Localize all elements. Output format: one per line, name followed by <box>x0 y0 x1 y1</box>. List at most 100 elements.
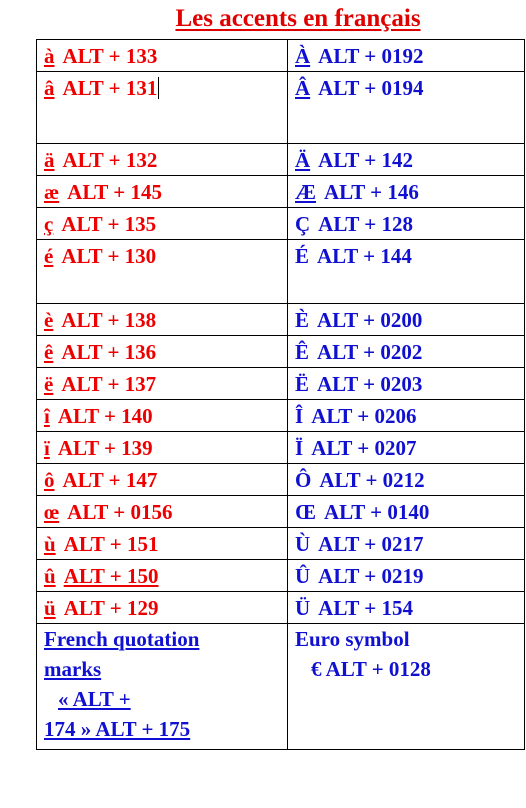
letter-a-diaeresis: ä <box>44 148 55 172</box>
table-row: â ALT + 131 Â ALT + 0194 <box>36 71 525 144</box>
table-row: ï ALT + 139 Ï ALT + 0207 <box>36 431 525 464</box>
cell-lowercase-a-circumflex[interactable]: â ALT + 131 <box>36 71 288 144</box>
code-e-diaeresis: ALT + 137 <box>61 372 157 396</box>
code-U-diaeresis: ALT + 154 <box>318 596 414 620</box>
letter-AE: Æ <box>295 180 316 204</box>
letter-u-diaeresis: ü <box>44 596 56 620</box>
cell-lowercase-e-diaeresis[interactable]: ë ALT + 137 <box>36 367 288 400</box>
cell-uppercase-U-grave[interactable]: Ù ALT + 0217 <box>287 527 525 560</box>
cell-uppercase-a-grave[interactable]: À ALT + 0192 <box>287 39 525 72</box>
table-row: French quotation marks « ALT + 174 » ALT… <box>36 623 525 750</box>
code-AE: ALT + 146 <box>324 180 419 204</box>
letter-ae: æ <box>44 180 60 204</box>
quotation-heading-line2: marks <box>44 657 102 681</box>
cell-lowercase-a-diaeresis[interactable]: ä ALT + 132 <box>36 143 288 176</box>
cell-lowercase-ae[interactable]: æ ALT + 145 <box>36 175 288 208</box>
cell-lowercase-a-grave[interactable]: à ALT + 133 <box>36 39 288 72</box>
cell-uppercase-A-circumflex[interactable]: Â ALT + 0194 <box>287 71 525 144</box>
accents-table-body: à ALT + 133 À ALT + 0192 â ALT + 131 Â ALT +… <box>36 39 525 750</box>
cell-uppercase-O-circumflex[interactable]: Ô ALT + 0212 <box>287 463 525 496</box>
cell-lowercase-u-diaeresis[interactable]: ü ALT + 129 <box>36 591 288 624</box>
letter-u-circumflex: û <box>44 564 56 588</box>
cell-uppercase-U-diaeresis[interactable]: Ü ALT + 154 <box>287 591 525 624</box>
cell-lowercase-i-circumflex[interactable]: î ALT + 140 <box>36 399 288 432</box>
letter-I-circumflex: Î <box>295 404 304 428</box>
letter-U-grave: Ù <box>295 532 311 556</box>
code-u-grave: ALT + 151 <box>63 532 159 556</box>
cell-euro-symbol[interactable]: Euro symbol € ALT + 0128 <box>287 623 525 750</box>
code-A-diaeresis: ALT + 142 <box>318 148 414 172</box>
quotation-body-line2: 174 » ALT + 175 <box>44 717 191 741</box>
cell-uppercase-E-grave[interactable]: È ALT + 0200 <box>287 303 525 336</box>
letter-U-diaeresis: Ü <box>295 596 311 620</box>
quotation-body-line1: « ALT + <box>58 687 131 711</box>
table-row: ù ALT + 151 Ù ALT + 0217 <box>36 527 525 560</box>
cell-lowercase-e-acute[interactable]: é ALT + 130 <box>36 239 288 304</box>
cell-uppercase-C-cedilla[interactable]: Ç ALT + 128 <box>287 207 525 240</box>
cell-uppercase-OE[interactable]: Œ ALT + 0140 <box>287 495 525 528</box>
euro-heading: Euro symbol <box>295 627 410 651</box>
quotation-heading-line1: French quotation <box>44 627 200 651</box>
accents-table: à ALT + 133 À ALT + 0192 â ALT + 131 Â ALT +… <box>36 39 525 750</box>
code-U-circumflex: ALT + 0219 <box>318 564 424 588</box>
cell-uppercase-I-diaeresis[interactable]: Ï ALT + 0207 <box>287 431 525 464</box>
letter-A-diaeresis: Ä <box>295 148 311 172</box>
letter-A-grave: À <box>295 44 311 68</box>
letter-O-circumflex: Ô <box>295 468 312 492</box>
cell-lowercase-e-circumflex[interactable]: ê ALT + 136 <box>36 335 288 368</box>
cell-lowercase-e-grave[interactable]: è ALT + 138 <box>36 303 288 336</box>
letter-E-acute: É <box>295 244 310 268</box>
code-A-grave: ALT + 0192 <box>318 44 424 68</box>
cell-lowercase-oe[interactable]: œ ALT + 0156 <box>36 495 288 528</box>
code-E-circumflex: ALT + 0202 <box>317 340 423 364</box>
cell-uppercase-E-diaeresis[interactable]: Ë ALT + 0203 <box>287 367 525 400</box>
table-row: ë ALT + 137 Ë ALT + 0203 <box>36 367 525 400</box>
code-C-cedilla: ALT + 128 <box>318 212 414 236</box>
cell-french-quotation-marks[interactable]: French quotation marks « ALT + 174 » ALT… <box>36 623 288 750</box>
code-i-circumflex: ALT + 140 <box>57 404 153 428</box>
cell-uppercase-AE[interactable]: Æ ALT + 146 <box>287 175 525 208</box>
code-u-circumflex: ALT + 150 <box>63 564 159 588</box>
letter-e-grave: è <box>44 308 54 332</box>
letter-c-cedilla: ç <box>44 212 54 236</box>
code-O-circumflex: ALT + 0212 <box>319 468 425 492</box>
cell-uppercase-U-circumflex[interactable]: Û ALT + 0219 <box>287 559 525 592</box>
table-row: é ALT + 130 É ALT + 144 <box>36 239 525 304</box>
code-e-circumflex: ALT + 136 <box>61 340 157 364</box>
cell-uppercase-A-diaeresis[interactable]: Ä ALT + 142 <box>287 143 525 176</box>
table-row: û ALT + 150 Û ALT + 0219 <box>36 559 525 592</box>
code-i-diaeresis: ALT + 139 <box>57 436 153 460</box>
cell-lowercase-c-cedilla[interactable]: ç ALT + 135 <box>36 207 288 240</box>
code-I-circumflex: ALT + 0206 <box>311 404 417 428</box>
letter-u-grave: ù <box>44 532 56 556</box>
cell-lowercase-u-grave[interactable]: ù ALT + 151 <box>36 527 288 560</box>
letter-e-circumflex: ê <box>44 340 54 364</box>
letter-OE: Œ <box>295 500 316 524</box>
code-c-cedilla: ALT + 135 <box>61 212 157 236</box>
cell-uppercase-E-circumflex[interactable]: Ê ALT + 0202 <box>287 335 525 368</box>
letter-e-acute: é <box>44 244 54 268</box>
letter-e-diaeresis: ë <box>44 372 54 396</box>
cell-uppercase-I-circumflex[interactable]: Î ALT + 0206 <box>287 399 525 432</box>
code-e-acute: ALT + 130 <box>61 244 157 268</box>
letter-C-cedilla: Ç <box>295 212 311 236</box>
code-u-diaeresis: ALT + 129 <box>63 596 159 620</box>
code-E-acute: ALT + 144 <box>317 244 412 268</box>
letter-oe: œ <box>44 500 60 524</box>
letter-a-circumflex: â <box>44 76 55 100</box>
table-row: ç ALT + 135 Ç ALT + 128 <box>36 207 525 240</box>
cell-lowercase-u-circumflex[interactable]: û ALT + 150 <box>36 559 288 592</box>
code-a-grave: ALT + 133 <box>62 44 158 68</box>
code-I-diaeresis: ALT + 0207 <box>311 436 417 460</box>
table-row: ü ALT + 129 Ü ALT + 154 <box>36 591 525 624</box>
letter-I-diaeresis: Ï <box>295 436 304 460</box>
code-E-diaeresis: ALT + 0203 <box>317 372 423 396</box>
cell-uppercase-E-acute[interactable]: É ALT + 144 <box>287 239 525 304</box>
letter-i-diaeresis: ï <box>44 436 50 460</box>
table-row: ô ALT + 147 Ô ALT + 0212 <box>36 463 525 496</box>
table-row: à ALT + 133 À ALT + 0192 <box>36 39 525 72</box>
cell-lowercase-i-diaeresis[interactable]: ï ALT + 139 <box>36 431 288 464</box>
page-title: Les accents en français <box>0 0 526 34</box>
code-OE: ALT + 0140 <box>324 500 430 524</box>
cell-lowercase-o-circumflex[interactable]: ô ALT + 147 <box>36 463 288 496</box>
